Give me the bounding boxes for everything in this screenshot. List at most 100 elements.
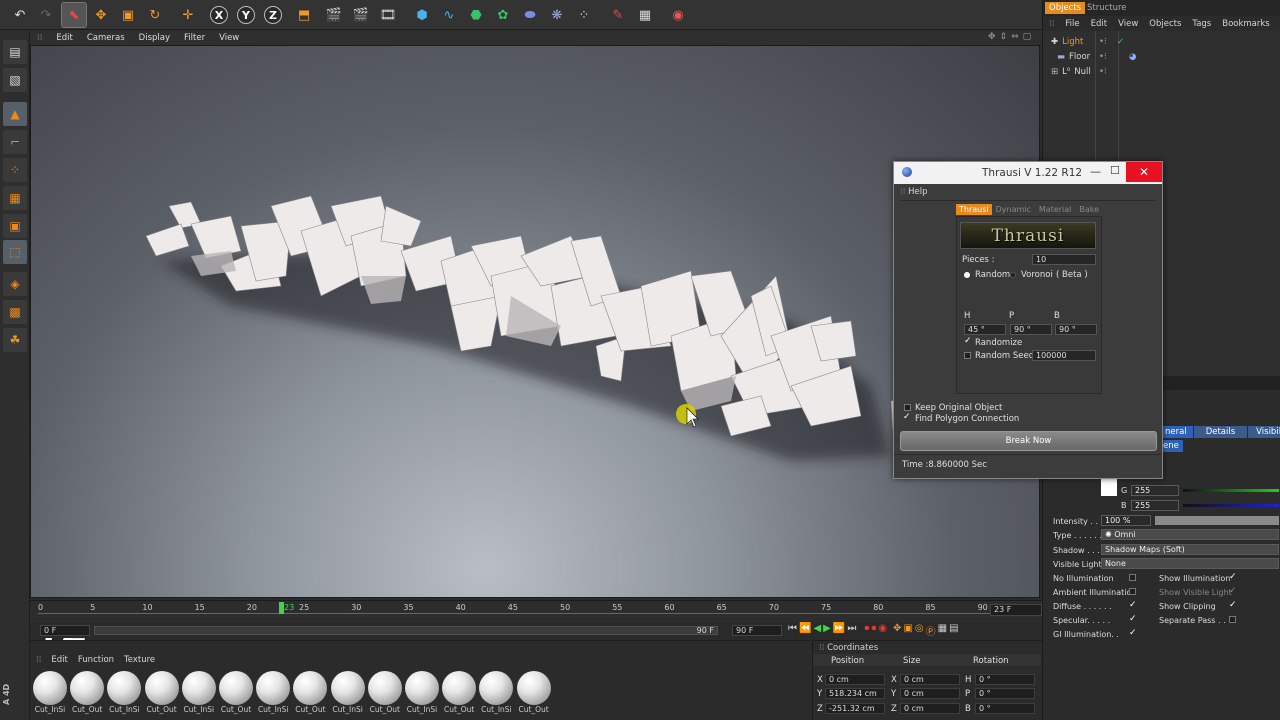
play-backward-icon[interactable]: ◀: [813, 623, 821, 638]
material-swatch[interactable]: [70, 671, 105, 705]
material-tag-icon[interactable]: ◕: [1129, 52, 1136, 62]
viewport-menu-view[interactable]: View: [212, 33, 246, 43]
move-icon[interactable]: ✥: [89, 3, 113, 27]
use-model-mode-icon[interactable]: ▤: [3, 40, 27, 64]
dialog-titlebar[interactable]: Thrausi V 1.22 R12 — ☐ ✕: [894, 162, 1162, 184]
om-menu-view[interactable]: View: [1118, 19, 1138, 29]
color-swatch[interactable]: [1101, 478, 1117, 496]
sculpt-icon[interactable]: ☘: [3, 328, 27, 352]
tab-structure[interactable]: Structure: [1083, 2, 1131, 14]
snap-icon[interactable]: ◈: [3, 272, 27, 296]
material-swatch[interactable]: [330, 671, 365, 705]
cube-icon[interactable]: ⬢: [410, 3, 434, 27]
p-field[interactable]: 90 °: [1010, 324, 1052, 335]
om-menu-tags[interactable]: Tags: [1192, 19, 1211, 29]
pos-z-field[interactable]: -251.32 cm: [825, 703, 885, 714]
nurbs-icon[interactable]: ⬣: [464, 3, 488, 27]
material-swatch[interactable]: [442, 671, 477, 705]
prev-key-icon[interactable]: ⏪: [799, 623, 811, 638]
visibility-dots[interactable]: •⁝: [1099, 37, 1107, 47]
frame-range-slider[interactable]: 90 F: [94, 626, 718, 635]
object-row-floor[interactable]: ▬ Floor •⁝ ◕: [1051, 50, 1136, 64]
live-selection-icon[interactable]: ⬉: [61, 2, 87, 28]
maximize-button[interactable]: ☐: [1110, 164, 1120, 177]
camera-icon[interactable]: ✎: [606, 3, 630, 27]
scale-icon[interactable]: ▣: [116, 3, 140, 27]
record-icon[interactable]: ⏺: [864, 623, 869, 638]
play-icon[interactable]: ▶: [823, 623, 831, 638]
environment-icon[interactable]: ⁘: [572, 3, 596, 27]
rot-p-field[interactable]: 0 °: [975, 688, 1035, 699]
axis-mode-icon[interactable]: ⌐: [3, 130, 27, 154]
size-x-field[interactable]: 0 cm: [900, 674, 960, 685]
enabled-check-icon[interactable]: ✓: [1117, 37, 1124, 47]
keyframe-selection-icon[interactable]: ◉: [878, 623, 887, 638]
help-menu[interactable]: Help: [908, 187, 927, 197]
render-settings-icon[interactable]: 🎞: [376, 3, 400, 27]
randomize-checkbox[interactable]: ✓: [964, 336, 972, 346]
b-slider[interactable]: [1183, 504, 1279, 507]
material-swatch[interactable]: [33, 671, 67, 705]
om-menu-bookmarks[interactable]: Bookmarks: [1222, 19, 1270, 29]
scene-icon[interactable]: ❋: [545, 3, 569, 27]
light-icon[interactable]: ◉: [666, 3, 690, 27]
diffuse-checkbox[interactable]: ✓: [1129, 600, 1137, 610]
expand-icon[interactable]: ⊞: [1051, 67, 1058, 77]
world-axis-icon[interactable]: ✛: [176, 3, 200, 27]
specular-checkbox[interactable]: ✓: [1129, 614, 1137, 624]
next-key-icon[interactable]: ⏩: [833, 623, 845, 638]
find-polygon-checkbox[interactable]: ✓: [903, 412, 911, 422]
no-illumination-checkbox[interactable]: [1129, 574, 1136, 581]
rot-b-field[interactable]: 0 °: [975, 703, 1035, 714]
intensity-slider[interactable]: [1155, 516, 1279, 525]
key-param-icon[interactable]: Ⓟ: [926, 623, 936, 638]
viewport-menu-edit[interactable]: Edit: [49, 33, 79, 43]
om-menu-objects[interactable]: Objects: [1149, 19, 1181, 29]
material-swatch[interactable]: [479, 671, 514, 705]
material-swatch[interactable]: [107, 671, 142, 705]
x-axis-lock-icon[interactable]: X: [207, 3, 231, 27]
size-y-field[interactable]: 0 cm: [900, 688, 960, 699]
quantize-icon[interactable]: ▩: [3, 300, 27, 324]
timeline-menu-icon[interactable]: ▤: [949, 623, 958, 638]
object-row-null[interactable]: ⊞ L⁰ Null •⁝: [1051, 65, 1107, 79]
material-swatch[interactable]: [293, 671, 328, 705]
voronoi-radio[interactable]: [1010, 272, 1016, 278]
material-swatch[interactable]: [516, 671, 551, 705]
random-seed-checkbox[interactable]: [964, 352, 971, 359]
g-slider[interactable]: [1183, 489, 1279, 492]
current-frame-field[interactable]: 23 F: [990, 604, 1042, 616]
viewport-menu-display[interactable]: Display: [132, 33, 177, 43]
undo-icon[interactable]: ↶: [8, 3, 32, 27]
pieces-field[interactable]: 10: [1032, 254, 1096, 265]
grid-icon[interactable]: ▦: [633, 3, 657, 27]
b-value-field[interactable]: 255: [1131, 500, 1179, 511]
close-button[interactable]: ✕: [1126, 162, 1162, 182]
workplane-icon[interactable]: ⬚: [3, 240, 27, 264]
g-value-field[interactable]: 255: [1131, 485, 1179, 496]
autokey-icon[interactable]: ⏺: [871, 623, 876, 638]
shadow-dropdown[interactable]: Shadow Maps (Soft): [1101, 544, 1279, 555]
edges-mode-icon[interactable]: ▦: [3, 186, 27, 210]
y-axis-lock-icon[interactable]: Y: [234, 3, 258, 27]
tab-visibility[interactable]: Visibility: [1248, 426, 1280, 438]
om-menu-file[interactable]: File: [1065, 19, 1079, 29]
break-now-button[interactable]: Break Now: [900, 431, 1157, 451]
show-clipping-checkbox[interactable]: ✓: [1229, 600, 1237, 610]
visibility-dots[interactable]: •⁝: [1099, 67, 1107, 77]
rot-h-field[interactable]: 0 °: [975, 674, 1035, 685]
pos-x-field[interactable]: 0 cm: [825, 674, 885, 685]
visible-light-dropdown[interactable]: None: [1101, 558, 1279, 569]
z-axis-lock-icon[interactable]: Z: [261, 3, 285, 27]
viewport-menu-filter[interactable]: Filter: [177, 33, 212, 43]
tab-thrausi[interactable]: Thrausi: [956, 204, 992, 215]
coordinate-system-icon[interactable]: ⬒: [292, 3, 316, 27]
render-view-icon[interactable]: 🎬: [322, 3, 346, 27]
separate-pass-checkbox[interactable]: [1229, 616, 1236, 623]
rotate-icon[interactable]: ↻: [143, 3, 167, 27]
object-row-light[interactable]: ✚ Light •⁝ ✓: [1051, 35, 1124, 49]
material-swatch[interactable]: [219, 671, 253, 705]
show-illumination-checkbox[interactable]: ✓: [1229, 572, 1237, 582]
material-menu-function[interactable]: Function: [78, 655, 114, 665]
material-swatch[interactable]: [144, 671, 179, 705]
